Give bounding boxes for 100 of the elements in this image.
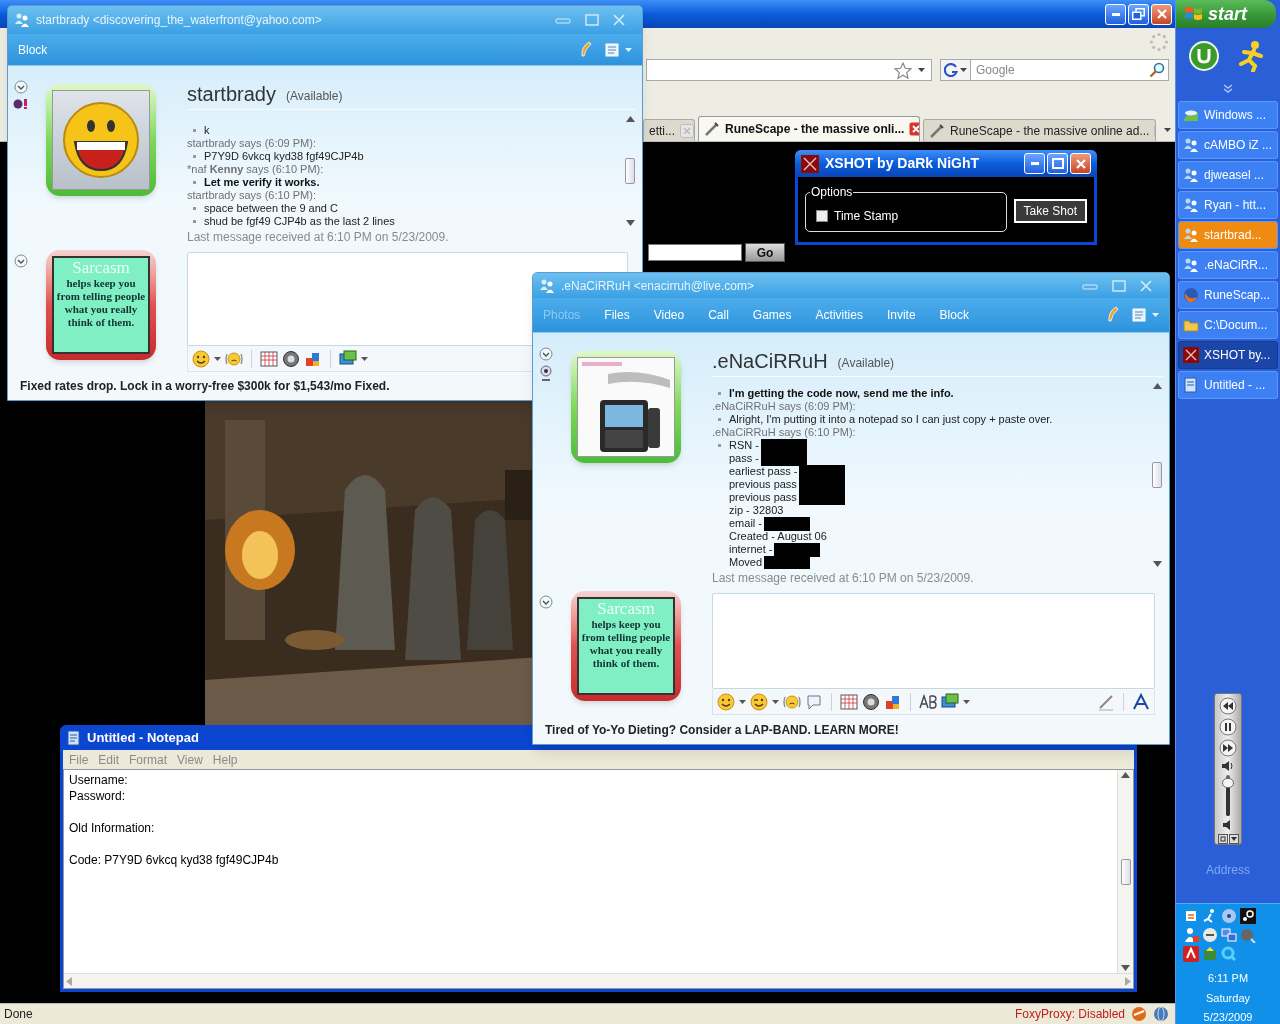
clock-text[interactable]: 5/23/2009 bbox=[1203, 1009, 1253, 1024]
caret-icon[interactable] bbox=[214, 356, 221, 361]
toolbar-button[interactable]: Call bbox=[708, 306, 729, 324]
scroll-thumb[interactable] bbox=[1120, 858, 1131, 885]
taskbar-button[interactable]: .eNaCiRR... bbox=[1178, 251, 1278, 279]
scroll-down-icon[interactable] bbox=[1152, 561, 1162, 567]
knob-icon[interactable] bbox=[1240, 908, 1256, 924]
monitor-icon[interactable] bbox=[339, 349, 357, 368]
collapse-icon[interactable] bbox=[539, 595, 553, 609]
caret-icon[interactable] bbox=[918, 68, 925, 72]
menu-item[interactable]: File bbox=[69, 750, 89, 769]
fox-icon[interactable] bbox=[1131, 1006, 1147, 1022]
taskbar-button[interactable]: RuneScap... bbox=[1178, 281, 1278, 309]
minus-circle-icon[interactable] bbox=[1202, 927, 1218, 943]
close-button[interactable] bbox=[1070, 153, 1091, 174]
monitor-icon[interactable] bbox=[941, 692, 959, 711]
menu-item[interactable]: Edit bbox=[98, 750, 120, 769]
person-icon[interactable] bbox=[1183, 927, 1199, 943]
globe-icon[interactable] bbox=[1153, 1006, 1169, 1022]
start-button[interactable]: start bbox=[1176, 0, 1276, 28]
minimize-button[interactable] bbox=[1105, 3, 1126, 25]
scrollbar[interactable] bbox=[1117, 770, 1133, 973]
minimize-button[interactable] bbox=[1024, 153, 1045, 174]
taskbar-button[interactable]: C:\Docum... bbox=[1178, 311, 1278, 339]
caret-icon[interactable] bbox=[1163, 128, 1171, 132]
tab[interactable]: RuneScape - the massive onli... bbox=[698, 116, 920, 141]
scroll-thumb[interactable] bbox=[625, 158, 635, 184]
rewind-icon[interactable] bbox=[1219, 697, 1237, 715]
taskbar-button[interactable]: Ryan - htt... bbox=[1178, 191, 1278, 219]
address-field[interactable] bbox=[646, 59, 932, 81]
scroll-down-icon[interactable] bbox=[625, 220, 635, 226]
shield-icon[interactable] bbox=[1183, 946, 1199, 962]
take-shot-button[interactable]: Take Shot bbox=[1013, 198, 1087, 223]
page-search-field[interactable] bbox=[648, 244, 742, 261]
tab[interactable]: etti... bbox=[643, 119, 695, 141]
collapse-icon[interactable] bbox=[14, 254, 28, 268]
taskbar-button[interactable]: cAMBO iZ ... bbox=[1178, 131, 1278, 159]
volume-icon[interactable] bbox=[1220, 760, 1236, 772]
taskbar-button[interactable]: startbrad... bbox=[1178, 221, 1278, 249]
address-label[interactable]: Address bbox=[1176, 861, 1280, 879]
maximize-button[interactable] bbox=[1047, 153, 1068, 174]
ad-banner[interactable]: Fixed rates drop. Lock in a worry-free $300k for $1,543/mo Fixed. bbox=[20, 377, 390, 395]
scrollbar[interactable] bbox=[624, 114, 636, 228]
taskbar-button[interactable]: XSHOT by... bbox=[1178, 341, 1278, 369]
caret-icon[interactable] bbox=[963, 699, 970, 704]
scroll-up-icon[interactable] bbox=[1152, 383, 1162, 389]
close-icon[interactable] bbox=[909, 122, 919, 136]
ad-banner[interactable]: Tired of Yo-Yo Dieting? Consider a LAP-BAND. LEARN MORE! bbox=[545, 720, 899, 739]
disc-icon[interactable] bbox=[1221, 908, 1237, 924]
menu-item[interactable]: View bbox=[177, 750, 203, 769]
toolbar-button[interactable]: Files bbox=[604, 306, 630, 324]
checkbox-label[interactable]: Time Stamp bbox=[834, 207, 899, 225]
smiley-icon[interactable] bbox=[192, 349, 210, 368]
search-engine-button[interactable] bbox=[940, 59, 971, 81]
toolbar-button[interactable]: Invite bbox=[886, 306, 916, 324]
clock-text[interactable]: 6:11 PM bbox=[1207, 970, 1249, 987]
checkbox[interactable] bbox=[816, 210, 828, 222]
fast-forward-icon[interactable] bbox=[1219, 739, 1237, 757]
webcam-icon[interactable] bbox=[539, 365, 553, 381]
speech-bubble-icon[interactable] bbox=[805, 692, 823, 711]
toolbar-button[interactable]: Block bbox=[18, 40, 48, 59]
pause-icon[interactable] bbox=[1219, 718, 1237, 736]
restore-button[interactable] bbox=[1128, 3, 1149, 25]
caret-icon[interactable] bbox=[960, 68, 967, 72]
scroll-up-icon[interactable] bbox=[1121, 772, 1130, 778]
taskbar-button[interactable]: Untitled - ... bbox=[1178, 371, 1278, 399]
toolbar-button[interactable]: Games bbox=[752, 306, 792, 324]
menu-item[interactable]: Help bbox=[212, 750, 238, 769]
menu-caret-icon[interactable] bbox=[1228, 834, 1239, 844]
search-field[interactable]: Google bbox=[971, 59, 1169, 81]
restore-icon[interactable] bbox=[1217, 834, 1228, 844]
pen-icon[interactable] bbox=[1097, 692, 1115, 711]
toolbar-button[interactable]: Video bbox=[653, 306, 685, 324]
smiley-icon[interactable] bbox=[717, 692, 735, 711]
window-menu-icon[interactable] bbox=[605, 41, 621, 58]
vibrating-smiley-icon[interactable] bbox=[225, 349, 243, 368]
chevron-icon[interactable] bbox=[1223, 84, 1233, 94]
proxy-status[interactable]: FoxyProxy: Disabled bbox=[1014, 1005, 1125, 1023]
collapse-icon[interactable] bbox=[539, 347, 553, 361]
scroll-down-icon[interactable] bbox=[1121, 965, 1130, 971]
message-input[interactable] bbox=[712, 593, 1155, 689]
clock-text[interactable]: Saturday bbox=[1206, 989, 1250, 1006]
update-icon[interactable] bbox=[1202, 946, 1218, 962]
search-icon[interactable] bbox=[1149, 62, 1165, 78]
text-style-icon[interactable] bbox=[919, 692, 937, 711]
caret-icon[interactable] bbox=[361, 356, 368, 361]
network-icon[interactable] bbox=[1221, 927, 1237, 943]
collapse-icon[interactable] bbox=[14, 80, 28, 94]
taskbar-button[interactable]: djweasel ... bbox=[1178, 161, 1278, 189]
taskbar-button[interactable]: Windows ... bbox=[1178, 101, 1278, 129]
scroll-thumb[interactable] bbox=[1152, 462, 1162, 488]
tab[interactable]: RuneScape - the massive online ad... bbox=[923, 119, 1156, 141]
menu-item[interactable]: Format bbox=[129, 750, 168, 769]
go-button[interactable]: Go bbox=[745, 243, 785, 262]
slider-thumb[interactable] bbox=[1222, 777, 1234, 788]
close-button[interactable] bbox=[1151, 3, 1172, 25]
star-icon[interactable] bbox=[894, 61, 912, 79]
toolbar-button[interactable]: Block bbox=[939, 306, 969, 324]
window-menu-icon[interactable] bbox=[1132, 307, 1148, 323]
cup-icon[interactable] bbox=[1183, 908, 1199, 924]
